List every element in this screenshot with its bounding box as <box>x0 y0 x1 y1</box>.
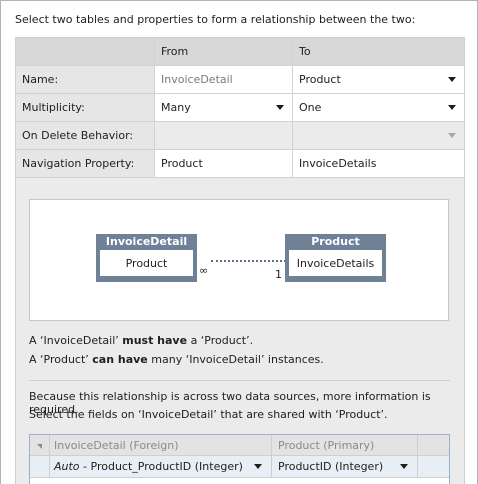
grid-row-navigation: Navigation Property: Product InvoiceDeta… <box>16 150 465 178</box>
chevron-down-icon[interactable] <box>448 105 456 110</box>
entity-title: Product <box>311 235 360 248</box>
row-blank <box>418 456 449 477</box>
from-multiplicity-dropdown[interactable]: Many <box>155 94 293 121</box>
mapping-header-row: InvoiceDetail (Foreign) Product (Primary… <box>30 435 449 456</box>
chevron-down-icon <box>448 133 456 138</box>
grid-header-blank <box>16 38 155 65</box>
primary-field-value: ProductID (Integer) <box>278 460 384 473</box>
instruction-text: Select two tables and properties to form… <box>15 13 416 26</box>
to-name-value: Product <box>299 73 341 86</box>
on-delete-label: On Delete Behavior: <box>16 122 155 149</box>
relationship-dialog: Select two tables and properties to form… <box>0 0 478 484</box>
navigation-label: Navigation Property: <box>16 150 155 177</box>
entity-invoicedetail: InvoiceDetail Product <box>96 234 197 282</box>
property-grid: From To Name: InvoiceDetail Product Mult… <box>16 38 465 178</box>
grid-row-on-delete: On Delete Behavior: <box>16 122 465 150</box>
to-multiplicity-dropdown[interactable]: One <box>293 94 464 121</box>
left-multiplicity: ∞ <box>199 264 209 277</box>
primary-field-dropdown[interactable]: ProductID (Integer) <box>272 456 418 477</box>
grid-header-row: From To <box>16 38 465 66</box>
statement-must-have: A ‘InvoiceDetail’ must have a ‘Product’. <box>29 334 253 347</box>
relationship-panel: From To Name: InvoiceDetail Product Mult… <box>15 37 465 484</box>
header-primary: Product (Primary) <box>272 435 418 455</box>
grid-header-from: From <box>155 38 293 65</box>
foreign-field-dropdown[interactable]: Auto - Product_ProductID (Integer) <box>50 456 272 477</box>
collapse-triangle-icon <box>37 443 42 449</box>
field-mapping-grid: InvoiceDetail (Foreign) Product (Primary… <box>29 434 450 484</box>
chevron-down-icon[interactable] <box>448 77 456 82</box>
row-gutter <box>30 456 50 477</box>
to-on-delete-dropdown <box>293 122 464 149</box>
to-name-dropdown[interactable]: Product <box>293 66 464 93</box>
grid-header-to: To <box>293 38 464 65</box>
to-navigation-input[interactable]: InvoiceDetails <box>293 150 464 177</box>
grid-row-name: Name: InvoiceDetail Product <box>16 66 465 94</box>
entity-property: Product <box>100 250 193 276</box>
from-multiplicity-value: Many <box>161 101 191 114</box>
statement-text: many ‘InvoiceDetail’ instances. <box>147 353 324 366</box>
from-name-field: InvoiceDetail <box>155 66 293 93</box>
statement-text: A ‘InvoiceDetail’ <box>29 334 123 347</box>
right-multiplicity: 1 <box>275 268 282 281</box>
to-multiplicity-value: One <box>299 101 322 114</box>
grid-row-multiplicity: Multiplicity: Many One <box>16 94 465 122</box>
header-blank <box>418 435 449 455</box>
entity-product: Product InvoiceDetails <box>285 234 386 282</box>
statement-text: a ‘Product’. <box>187 334 254 347</box>
table-row: Auto - Product_ProductID (Integer) Produ… <box>30 456 449 478</box>
auto-tag: Auto <box>54 460 80 473</box>
from-on-delete-dropdown <box>155 122 293 149</box>
statement-can-have: A ‘Product’ can have many ‘InvoiceDetail… <box>29 353 324 366</box>
statement-text: A ‘Product’ <box>29 353 93 366</box>
collapse-toggle[interactable] <box>30 435 50 455</box>
entity-title: InvoiceDetail <box>105 235 188 248</box>
chevron-down-icon[interactable] <box>254 464 262 469</box>
divider <box>29 380 450 381</box>
chevron-down-icon[interactable] <box>400 464 408 469</box>
entity-property: InvoiceDetails <box>289 250 382 276</box>
foreign-field-value: - Product_ProductID (Integer) <box>79 460 243 473</box>
info-note-line2: Select the fields on ‘InvoiceDetail’ tha… <box>29 408 388 421</box>
chevron-down-icon[interactable] <box>276 105 284 110</box>
relationship-diagram: InvoiceDetail Product ∞ 1 Product Invoic… <box>29 199 449 321</box>
multiplicity-label: Multiplicity: <box>16 94 155 121</box>
header-foreign: InvoiceDetail (Foreign) <box>50 435 272 455</box>
from-navigation-input[interactable]: Product <box>155 150 293 177</box>
statement-emphasis: must have <box>122 334 188 347</box>
statement-emphasis: can have <box>92 353 148 366</box>
name-label: Name: <box>16 66 155 93</box>
